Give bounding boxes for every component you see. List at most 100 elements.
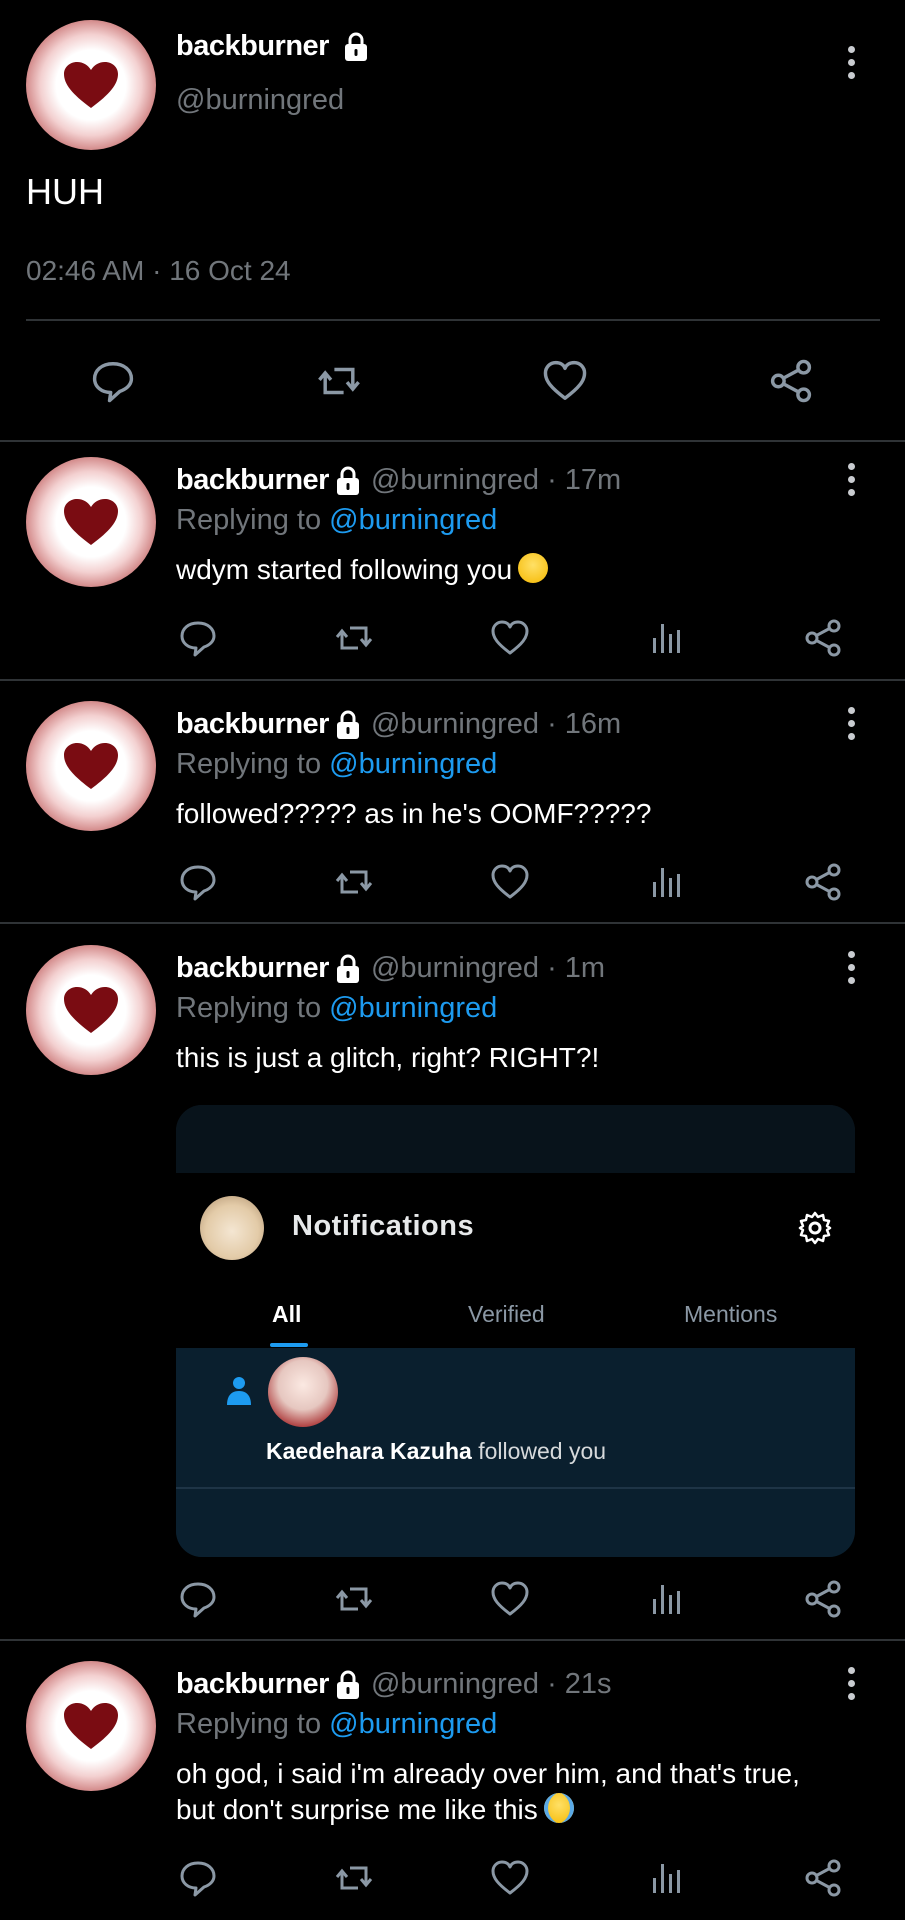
share-icon[interactable] [803,862,843,902]
dot-separator: · [547,464,557,496]
tab-mentions: Mentions [684,1301,778,1327]
divider [0,1639,905,1641]
post-text-content: wdym started following you [176,554,513,585]
handle[interactable]: @burningred [371,708,539,741]
post-text: followed????? as in he's OOMF????? [176,798,652,829]
notifications-title: Notifications [292,1210,475,1242]
notification-text: Kaedehara Kazuha followed you [266,1438,606,1465]
post-age: 17m [564,464,622,496]
reply-icon[interactable] [178,618,218,658]
share-icon[interactable] [803,1579,843,1619]
notification-user: Kaedehara Kazuha [266,1438,472,1464]
views-icon[interactable] [647,862,687,902]
display-name[interactable]: backburner [176,708,329,741]
replying-to-label: Replying to [176,1708,322,1740]
reply-icon[interactable] [178,862,218,902]
post-text: wdym started following you [176,552,549,588]
grinning-face-icon [518,553,549,583]
replying-to-link[interactable]: @burningred [329,748,497,780]
replying-to-link[interactable]: @burningred [329,992,497,1024]
like-icon[interactable] [490,618,530,658]
tab-all: All [272,1301,302,1327]
heart-icon [64,62,118,108]
repost-icon[interactable] [334,1858,374,1898]
dot-separator: · [547,708,557,740]
separator: · [152,255,162,286]
attached-image[interactable]: Notifications All Verified Mentions Kaed… [176,1105,855,1557]
tab-underline [270,1343,308,1347]
repost-icon[interactable] [316,358,362,404]
divider [0,679,905,681]
loudly-crying-face-icon [543,1793,574,1823]
gear-icon [798,1211,832,1245]
lock-icon [333,466,363,496]
repost-icon[interactable] [334,862,374,902]
time: 02:46 AM [26,255,145,286]
lock-icon [341,32,371,62]
post-timestamp: 02:46 AM · 16 Oct 24 [26,255,291,287]
like-icon[interactable] [490,1579,530,1619]
more-icon[interactable] [847,951,857,987]
cat-avatar [200,1196,264,1260]
avatar[interactable] [26,945,156,1075]
like-icon[interactable] [490,862,530,902]
avatar[interactable] [26,701,156,831]
post-age: 16m [564,708,622,740]
replying-to-label: Replying to [176,504,322,536]
divider [26,319,880,321]
display-name[interactable]: backburner [176,30,329,62]
heart-icon [64,499,118,545]
replying-to-label: Replying to [176,992,322,1024]
reply-icon[interactable] [178,1858,218,1898]
replying-to-label: Replying to [176,748,322,780]
share-icon[interactable] [768,358,814,404]
avatar[interactable] [26,457,156,587]
divider [176,1487,855,1489]
post-age: 1m [564,952,606,984]
post-text-content: but don't surprise me like this [176,1794,538,1825]
display-name[interactable]: backburner [176,1668,329,1701]
more-icon[interactable] [847,46,857,82]
handle[interactable]: @burningred [371,464,539,497]
avatar[interactable] [26,20,156,150]
post-text: this is just a glitch, right? RIGHT?! [176,1042,600,1073]
dot-separator: · [547,952,557,984]
reply-icon[interactable] [90,358,136,404]
dot-separator: · [547,1668,557,1700]
replying-to-link[interactable]: @burningred [329,1708,497,1740]
repost-icon[interactable] [334,618,374,658]
handle[interactable]: @burningred [371,952,539,985]
like-icon[interactable] [490,1858,530,1898]
views-icon[interactable] [647,1858,687,1898]
share-icon[interactable] [803,1858,843,1898]
more-icon[interactable] [847,707,857,743]
post-text-line: oh god, i said i'm already over him, and… [176,1758,800,1789]
heart-icon [64,987,118,1033]
handle[interactable]: @burningred [371,1668,539,1701]
reply-icon[interactable] [178,1579,218,1619]
post-age: 21s [564,1668,612,1700]
more-icon[interactable] [847,1667,857,1703]
notification-action: followed you [478,1438,607,1464]
views-icon[interactable] [647,1579,687,1619]
post-text-line-2: but don't surprise me like this [176,1792,800,1828]
heart-icon [64,1703,118,1749]
divider [0,440,905,442]
date: 16 Oct 24 [169,255,291,286]
screenshot-status-area [176,1105,855,1173]
divider [0,922,905,924]
post-text: oh god, i said i'm already over him, and… [176,1756,800,1828]
heart-icon [64,743,118,789]
handle[interactable]: @burningred [176,84,344,117]
replying-to-link[interactable]: @burningred [329,504,497,536]
share-icon[interactable] [803,618,843,658]
avatar[interactable] [26,1661,156,1791]
more-icon[interactable] [847,463,857,499]
display-name[interactable]: backburner [176,952,329,985]
lock-icon [333,954,363,984]
views-icon[interactable] [647,618,687,658]
display-name[interactable]: backburner [176,464,329,497]
repost-icon[interactable] [334,1579,374,1619]
like-icon[interactable] [542,358,588,404]
lock-icon [333,710,363,740]
